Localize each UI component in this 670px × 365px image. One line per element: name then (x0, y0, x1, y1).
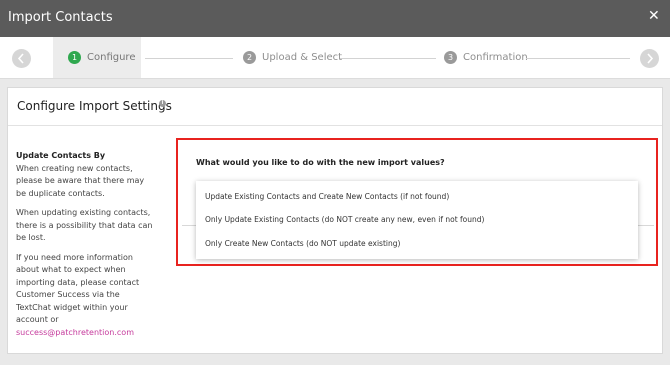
modal-titlebar: Import Contacts ✕ (0, 0, 670, 37)
step-number: 2 (243, 51, 256, 64)
sidebar-paragraph-duplicates: When creating new contacts, please be aw… (16, 163, 145, 198)
sidebar-paragraph-contact: If you need more information about what … (16, 252, 140, 325)
step-connector (145, 58, 233, 59)
help-sidebar: Update Contacts By When creating new con… (16, 150, 156, 339)
step-connector (340, 58, 436, 59)
modal-title: Import Contacts (8, 10, 113, 25)
close-icon[interactable]: ✕ (648, 9, 660, 23)
card-header: Configure Import Settings i (8, 88, 662, 126)
import-mode-dropdown: Update Existing Contacts and Create New … (196, 181, 638, 259)
info-icon[interactable]: i (159, 100, 166, 107)
stepper: 1 Configure 2 Upload & Select 3 Confirma… (0, 37, 670, 79)
step-label: Upload & Select (262, 52, 343, 63)
dropdown-option[interactable]: Only Update Existing Contacts (do NOT cr… (205, 215, 484, 224)
sidebar-paragraph-data-loss: When updating existing contacts, there i… (16, 208, 153, 242)
chevron-right-icon[interactable] (640, 49, 659, 68)
chevron-left-icon[interactable] (12, 49, 31, 68)
step-number: 3 (444, 51, 457, 64)
step-label: Confirmation (463, 52, 528, 63)
support-email-link[interactable]: success@patchretention.com (16, 327, 156, 340)
dropdown-option[interactable]: Only Create New Contacts (do NOT update … (205, 239, 400, 248)
step-label: Configure (87, 52, 136, 63)
page-title: Configure Import Settings (17, 99, 172, 113)
step-number: 1 (68, 51, 81, 64)
sidebar-heading: Update Contacts By (16, 151, 106, 160)
dropdown-option[interactable]: Update Existing Contacts and Create New … (205, 192, 449, 201)
step-connector (526, 58, 630, 59)
import-question: What would you like to do with the new i… (196, 158, 445, 167)
